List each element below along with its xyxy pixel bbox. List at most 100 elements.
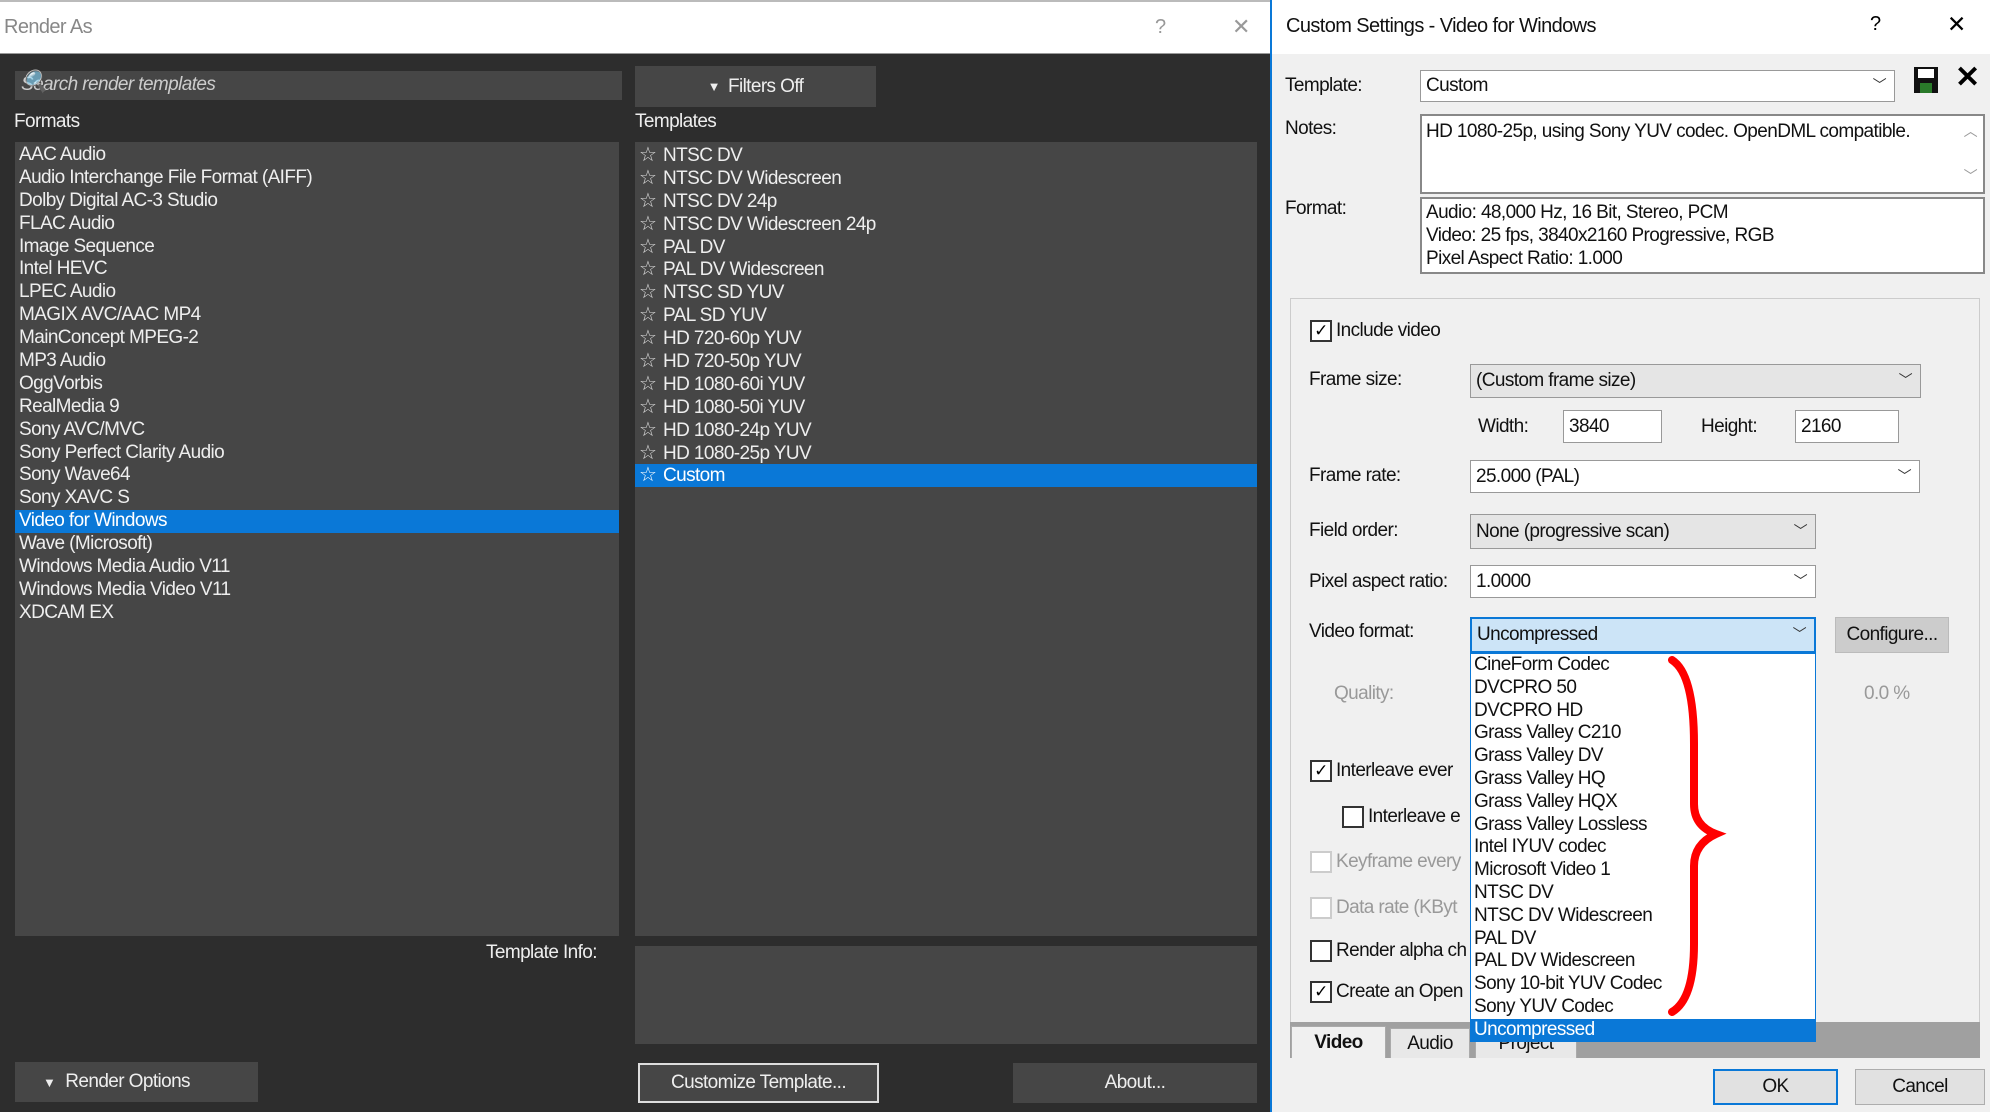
help-button[interactable]: ?	[1155, 16, 1166, 39]
template-item[interactable]: ☆ HD 1080-50i YUV	[635, 396, 1257, 419]
search-input[interactable]: Search render templates 🔍	[15, 69, 622, 100]
favorite-star-icon[interactable]: ☆	[639, 442, 663, 465]
favorite-star-icon[interactable]: ☆	[639, 190, 663, 213]
template-item[interactable]: ☆ NTSC DV	[635, 144, 1257, 167]
frame-rate-select[interactable]: 25.000 (PAL) ﹀	[1470, 460, 1920, 493]
video-format-option[interactable]: CineForm Codec	[1471, 654, 1815, 677]
video-format-option[interactable]: Grass Valley C210	[1471, 722, 1815, 745]
template-item[interactable]: ☆ HD 1080-25p YUV	[635, 442, 1257, 465]
favorite-star-icon[interactable]: ☆	[639, 419, 663, 442]
format-item[interactable]: MainConcept MPEG-2	[15, 327, 619, 350]
format-item[interactable]: Audio Interchange File Format (AIFF)	[15, 167, 619, 190]
video-format-option[interactable]: NTSC DV	[1471, 882, 1815, 905]
template-item[interactable]: ☆ NTSC DV Widescreen 24p	[635, 213, 1257, 236]
format-item[interactable]: Windows Media Audio V11	[15, 556, 619, 579]
format-item[interactable]: OggVorbis	[15, 373, 619, 396]
configure-button[interactable]: Configure...	[1835, 617, 1949, 653]
favorite-star-icon[interactable]: ☆	[639, 167, 663, 190]
video-format-option[interactable]: DVCPRO 50	[1471, 677, 1815, 700]
width-input[interactable]: 3840	[1563, 410, 1662, 443]
height-input[interactable]: 2160	[1795, 410, 1899, 443]
template-item[interactable]: ☆ PAL DV Widescreen	[635, 258, 1257, 281]
template-item[interactable]: ☆ NTSC DV 24p	[635, 190, 1257, 213]
video-format-option[interactable]: Sony YUV Codec	[1471, 996, 1815, 1019]
help-button[interactable]: ?	[1870, 13, 1881, 36]
format-item[interactable]: AAC Audio	[15, 144, 619, 167]
format-item[interactable]: Windows Media Video V11	[15, 579, 619, 602]
favorite-star-icon[interactable]: ☆	[639, 258, 663, 281]
tab-video[interactable]: Video	[1291, 1026, 1386, 1058]
video-format-option[interactable]: Uncompressed	[1471, 1018, 1815, 1042]
delete-icon[interactable]: ✕	[1955, 60, 1980, 95]
video-format-option[interactable]: Grass Valley HQ	[1471, 768, 1815, 791]
favorite-star-icon[interactable]: ☆	[639, 373, 663, 396]
pixel-aspect-select[interactable]: 1.0000 ﹀	[1470, 565, 1816, 598]
format-item[interactable]: Sony AVC/MVC	[15, 419, 619, 442]
favorite-star-icon[interactable]: ☆	[639, 213, 663, 236]
render-options-button[interactable]: ▼ Render Options	[15, 1062, 258, 1102]
favorite-star-icon[interactable]: ☆	[639, 236, 663, 259]
notes-textarea[interactable]: HD 1080-25p, using Sony YUV codec. OpenD…	[1420, 114, 1985, 194]
ok-button[interactable]: OK	[1713, 1069, 1838, 1105]
frame-size-select[interactable]: (Custom frame size) ﹀	[1470, 364, 1921, 398]
customize-template-button[interactable]: Customize Template...	[638, 1063, 879, 1103]
close-button[interactable]: ✕	[1232, 14, 1250, 40]
create-opendml-checkbox[interactable]: ✓	[1310, 981, 1332, 1003]
format-item[interactable]: LPEC Audio	[15, 281, 619, 304]
favorite-star-icon[interactable]: ☆	[639, 327, 663, 350]
interleave-sub-checkbox[interactable]	[1342, 806, 1364, 828]
template-item[interactable]: ☆ Custom	[635, 464, 1257, 488]
cancel-button[interactable]: Cancel	[1855, 1069, 1985, 1105]
video-format-option[interactable]: Grass Valley HQX	[1471, 791, 1815, 814]
video-format-option[interactable]: PAL DV Widescreen	[1471, 950, 1815, 973]
template-item[interactable]: ☆ PAL DV	[635, 236, 1257, 259]
render-alpha-checkbox[interactable]	[1310, 940, 1332, 962]
include-video-checkbox[interactable]: ✓	[1310, 320, 1332, 342]
field-order-select[interactable]: None (progressive scan) ﹀	[1470, 514, 1816, 549]
template-item[interactable]: ☆ HD 720-50p YUV	[635, 350, 1257, 373]
template-item[interactable]: ☆ HD 720-60p YUV	[635, 327, 1257, 350]
scroll-down-icon[interactable]: ﹀	[1964, 165, 1978, 188]
video-format-option[interactable]: NTSC DV Widescreen	[1471, 905, 1815, 928]
template-item[interactable]: ☆ NTSC DV Widescreen	[635, 167, 1257, 190]
format-item[interactable]: Sony Wave64	[15, 464, 619, 487]
video-format-option[interactable]: Intel IYUV codec	[1471, 836, 1815, 859]
video-format-option[interactable]: Microsoft Video 1	[1471, 859, 1815, 882]
data-rate-checkbox[interactable]	[1310, 897, 1332, 919]
interleave-checkbox[interactable]: ✓	[1310, 760, 1332, 782]
favorite-star-icon[interactable]: ☆	[639, 304, 663, 327]
scroll-up-icon[interactable]: ︿	[1964, 120, 1978, 143]
format-item[interactable]: Wave (Microsoft)	[15, 533, 619, 556]
format-item[interactable]: Intel HEVC	[15, 258, 619, 281]
favorite-star-icon[interactable]: ☆	[639, 396, 663, 419]
video-format-select[interactable]: Uncompressed ﹀	[1470, 617, 1816, 653]
video-format-dropdown-list[interactable]: CineForm Codec DVCPRO 50 DVCPRO HD Grass Va…	[1470, 653, 1816, 1042]
template-item[interactable]: ☆ PAL SD YUV	[635, 304, 1257, 327]
close-button[interactable]: ✕	[1947, 11, 1966, 38]
favorite-star-icon[interactable]: ☆	[639, 464, 663, 487]
format-item[interactable]: MAGIX AVC/AAC MP4	[15, 304, 619, 327]
template-item[interactable]: ☆ HD 1080-60i YUV	[635, 373, 1257, 396]
tab-audio[interactable]: Audio	[1390, 1028, 1470, 1058]
templates-list[interactable]: ☆ NTSC DV ☆ NTSC DV Widescreen ☆ NTSC DV 24p ☆…	[635, 142, 1257, 936]
format-item[interactable]: MP3 Audio	[15, 350, 619, 373]
video-format-option[interactable]: Grass Valley Lossless	[1471, 814, 1815, 837]
template-item[interactable]: ☆ NTSC SD YUV	[635, 281, 1257, 304]
favorite-star-icon[interactable]: ☆	[639, 281, 663, 304]
format-item[interactable]: Dolby Digital AC-3 Studio	[15, 190, 619, 213]
format-item[interactable]: XDCAM EX	[15, 602, 619, 625]
filters-button[interactable]: ▼ Filters Off	[635, 66, 876, 107]
format-item[interactable]: Image Sequence	[15, 236, 619, 259]
format-item[interactable]: RealMedia 9	[15, 396, 619, 419]
format-item[interactable]: Sony XAVC S	[15, 487, 619, 510]
video-format-option[interactable]: DVCPRO HD	[1471, 700, 1815, 723]
favorite-star-icon[interactable]: ☆	[639, 144, 663, 167]
video-format-option[interactable]: Grass Valley DV	[1471, 745, 1815, 768]
format-item[interactable]: Video for Windows	[15, 510, 619, 534]
formats-list[interactable]: AAC Audio Audio Interchange File Format (…	[15, 142, 619, 936]
template-item[interactable]: ☆ HD 1080-24p YUV	[635, 419, 1257, 442]
format-item[interactable]: FLAC Audio	[15, 213, 619, 236]
keyframe-checkbox[interactable]	[1310, 851, 1332, 873]
video-format-option[interactable]: Sony 10-bit YUV Codec	[1471, 973, 1815, 996]
video-format-option[interactable]: PAL DV	[1471, 928, 1815, 951]
